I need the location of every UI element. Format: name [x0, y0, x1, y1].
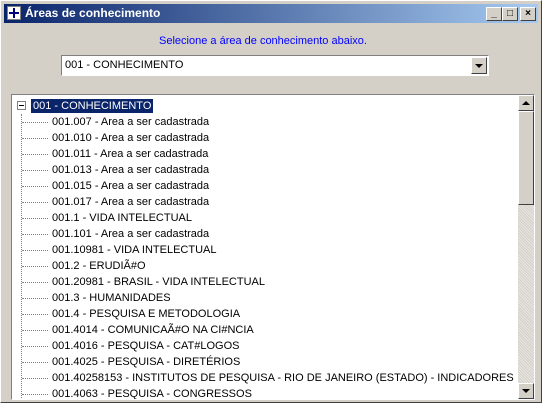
tree-connector [22, 234, 48, 235]
tree-connector [22, 394, 48, 395]
tree-item-label[interactable]: 001.015 - Area a ser cadastrada [52, 178, 209, 194]
tree-connector [22, 154, 48, 155]
tree-item-label[interactable]: 001.2 - ERUDIÃ#O [52, 258, 146, 274]
tree-connector [22, 330, 48, 331]
tree-item-label[interactable]: 001.017 - Area a ser cadastrada [52, 194, 209, 210]
collapse-icon[interactable] [17, 101, 26, 110]
tree-connector [22, 282, 48, 283]
tree-connector [22, 346, 48, 347]
minimize-button[interactable]: _ [486, 7, 502, 21]
tree-item-label[interactable]: 001.007 - Area a ser cadastrada [52, 114, 209, 130]
area-select-value: 001 - CONHECIMENTO [65, 59, 184, 71]
tree-connector [22, 314, 48, 315]
scroll-down-button[interactable] [518, 383, 534, 399]
tree-item-label[interactable]: 001.3 - HUMANIDADES [52, 290, 171, 306]
tree-connector [22, 218, 48, 219]
knowledge-area-tree[interactable]: 001 - CONHECIMENTO 001.007 - Area a ser … [11, 94, 535, 400]
tree-item-label[interactable]: 001.4014 - COMUNICAÃ#O NA CI#NCIA [52, 322, 254, 338]
window-title: Áreas de conhecimento [25, 6, 161, 20]
tree-item-label[interactable]: 001.101 - Area a ser cadastrada [52, 226, 209, 242]
tree-item-label[interactable]: 001.4016 - PESQUISA - CAT#LOGOS [52, 338, 240, 354]
chevron-down-icon[interactable] [471, 57, 487, 74]
tree-item-label[interactable]: 001.4 - PESQUISA E METODOLOGIA [52, 306, 240, 322]
tree-item-label[interactable]: 001.20981 - BRASIL - VIDA INTELECTUAL [52, 274, 265, 290]
tree-item-label[interactable]: 001.1 - VIDA INTELECTUAL [52, 210, 192, 226]
app-icon[interactable] [7, 6, 21, 20]
instruction-label: Selecione a área de conhecimento abaixo. [159, 35, 367, 47]
tree-item-label[interactable]: 001.010 - Area a ser cadastrada [52, 130, 209, 146]
scroll-thumb[interactable] [518, 111, 534, 205]
area-select[interactable]: 001 - CONHECIMENTO [61, 55, 489, 76]
tree-connector [22, 186, 48, 187]
tree-item-label[interactable]: 001.011 - Area a ser cadastrada [52, 146, 208, 162]
close-button[interactable]: × [520, 7, 536, 21]
tree-connector [22, 170, 48, 171]
vertical-scrollbar[interactable] [518, 95, 534, 399]
tree-item-label[interactable]: 001.40258153 - INSTITUTOS DE PESQUISA - … [52, 370, 514, 386]
tree-connector [22, 122, 48, 123]
tree-connector [22, 266, 48, 267]
tree-connector [22, 362, 48, 363]
tree-connector [22, 202, 48, 203]
tree-item-label[interactable]: 001.10981 - VIDA INTELECTUAL [52, 242, 216, 258]
title-bar[interactable]: Áreas de conhecimento _ □ × [4, 4, 538, 23]
scroll-up-button[interactable] [518, 95, 534, 111]
maximize-button[interactable]: □ [502, 7, 518, 21]
tree-connector [22, 250, 48, 251]
tree-root-label[interactable]: 001 - CONHECIMENTO [29, 98, 155, 114]
tree-item-label[interactable]: 001.4025 - PESQUISA - DIRETÉRIOS [52, 354, 240, 370]
tree-connector [22, 138, 48, 139]
tree-item-label[interactable]: 001.013 - Area a ser cadastrada [52, 162, 209, 178]
tree-connector [22, 378, 48, 379]
tree-connector-line [21, 114, 22, 399]
tree-item-label[interactable]: 001.4063 - PESQUISA - CONGRESSOS [52, 386, 252, 399]
main-window: Áreas de conhecimento _ □ × Selecione a … [0, 0, 542, 403]
tree-connector [22, 298, 48, 299]
tree-content: 001 - CONHECIMENTO 001.007 - Area a ser … [12, 95, 519, 399]
